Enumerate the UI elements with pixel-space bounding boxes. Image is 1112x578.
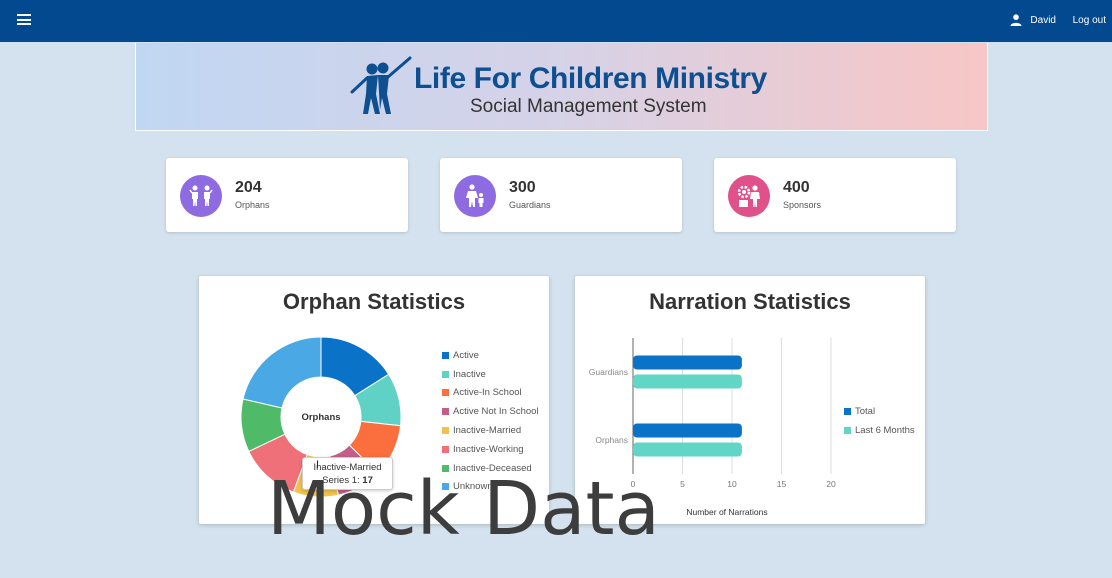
system-subtitle: Social Management System bbox=[470, 96, 707, 117]
bar-guardians-total[interactable] bbox=[633, 355, 742, 370]
legend-label: Inactive-Married bbox=[453, 425, 522, 437]
donut-center-label: Orphans bbox=[301, 412, 340, 423]
y-category-label: Orphans bbox=[595, 435, 628, 445]
y-category-label: Guardians bbox=[589, 367, 628, 377]
legend-swatch bbox=[442, 351, 449, 359]
legend-item-inactive-working[interactable]: Inactive-Working bbox=[442, 440, 539, 459]
guardian-child-icon bbox=[454, 175, 496, 217]
legend-item-inactive-married[interactable]: Inactive-Married bbox=[442, 421, 539, 440]
organization-name: Life For Children Ministry bbox=[414, 62, 767, 95]
legend-label: Last 6 Months bbox=[855, 425, 915, 436]
legend-swatch bbox=[442, 408, 449, 416]
user-menu[interactable]: David bbox=[1010, 14, 1056, 26]
legend-swatch bbox=[442, 389, 449, 397]
x-tick-label: 15 bbox=[777, 479, 787, 489]
legend-label: Inactive bbox=[453, 368, 486, 380]
mock-data-watermark: Mock Data bbox=[267, 466, 660, 552]
donut-slice-unknown[interactable] bbox=[242, 336, 322, 409]
orphans-count: 204 bbox=[235, 179, 262, 196]
legend-swatch bbox=[442, 445, 449, 453]
children-figures-logo bbox=[350, 56, 412, 114]
legend-item-active-in-school[interactable]: Active-In School bbox=[442, 384, 539, 403]
bar-orphans-last-6-months[interactable] bbox=[633, 442, 742, 457]
legend-label: Total bbox=[855, 406, 876, 417]
legend-item-active-not-in-school[interactable]: Active Not In School bbox=[442, 402, 539, 421]
legend-item-inactive[interactable]: Inactive bbox=[442, 365, 539, 384]
legend-label: Active Not In School bbox=[453, 406, 539, 418]
legend-item-total[interactable]: Total bbox=[844, 402, 915, 421]
person-icon bbox=[1010, 14, 1022, 26]
orphans-stat-card[interactable]: 204 Orphans bbox=[166, 158, 408, 232]
legend-item-last-6-months[interactable]: Last 6 Months bbox=[844, 421, 915, 440]
hamburger-icon[interactable] bbox=[17, 14, 31, 25]
guardians-label: Guardians bbox=[509, 200, 551, 210]
bar-x-axis-label: Number of Narrations bbox=[686, 507, 767, 517]
x-tick-label: 20 bbox=[826, 479, 836, 489]
children-icon bbox=[180, 175, 222, 217]
sponsors-label: Sponsors bbox=[783, 200, 822, 210]
narration-chart-legend: Total Last 6 Months bbox=[844, 402, 915, 440]
sponsors-stat-card[interactable]: 400 Sponsors bbox=[714, 158, 956, 232]
top-navbar: David Log out bbox=[0, 0, 1112, 42]
guardians-stat-card[interactable]: 300 Guardians bbox=[440, 158, 682, 232]
sponsor-icon bbox=[728, 175, 770, 217]
user-name: David bbox=[1030, 14, 1056, 26]
x-tick-label: 5 bbox=[680, 479, 685, 489]
x-tick-label: 10 bbox=[727, 479, 737, 489]
logout-link[interactable]: Log out bbox=[1073, 15, 1106, 26]
legend-label: Inactive-Working bbox=[453, 443, 524, 455]
legend-swatch bbox=[844, 427, 851, 434]
bar-guardians-last-6-months[interactable] bbox=[633, 374, 742, 389]
legend-swatch bbox=[844, 408, 851, 415]
legend-swatch bbox=[442, 427, 449, 435]
header-banner: Life For Children Ministry Social Manage… bbox=[135, 43, 988, 131]
legend-label: Active-In School bbox=[453, 387, 522, 399]
sponsors-count: 400 bbox=[783, 179, 810, 196]
legend-label: Active bbox=[453, 349, 479, 361]
guardians-count: 300 bbox=[509, 179, 536, 196]
legend-swatch bbox=[442, 370, 449, 378]
legend-item-active[interactable]: Active bbox=[442, 346, 539, 365]
orphans-label: Orphans bbox=[235, 200, 270, 210]
bar-orphans-total[interactable] bbox=[633, 423, 742, 438]
